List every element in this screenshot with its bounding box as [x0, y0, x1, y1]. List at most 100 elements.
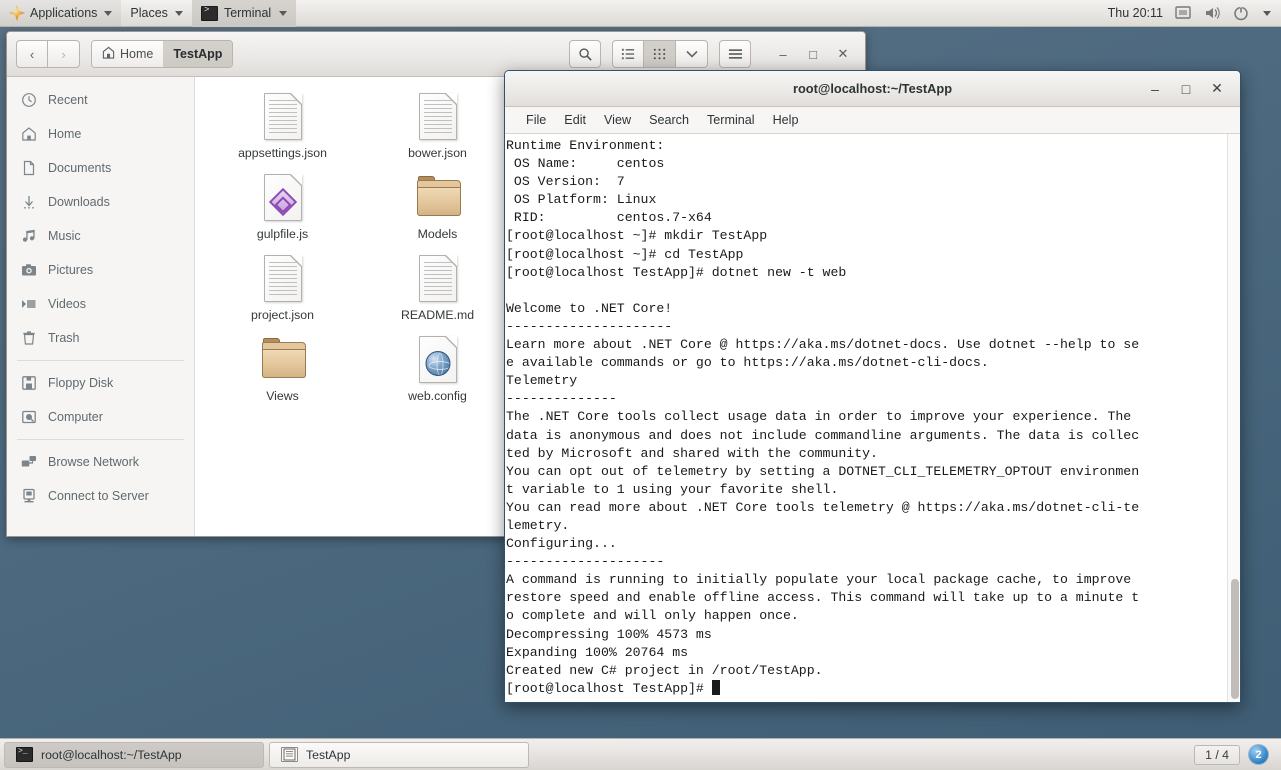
breadcrumb-item-testapp[interactable]: TestApp [163, 41, 233, 67]
sidebar-item-pictures[interactable]: Pictures [7, 253, 194, 287]
menu-file[interactable]: File [517, 107, 555, 133]
power-icon[interactable] [1232, 4, 1250, 22]
terminal-window-controls: – □ ✕ [1146, 80, 1240, 98]
terminal-scrollbar[interactable] [1227, 134, 1240, 702]
terminal-titlebar[interactable]: root@localhost:~/TestApp – □ ✕ [505, 71, 1240, 107]
sidebar-item-floppy-disk[interactable]: Floppy Disk [7, 366, 194, 400]
terminal-cursor [711, 679, 720, 695]
sidebar-item-documents[interactable]: Documents [7, 151, 194, 185]
menu-help[interactable]: Help [764, 107, 808, 133]
file-label: project.json [251, 308, 314, 322]
display-icon[interactable] [1174, 4, 1192, 22]
taskbar-item-terminal[interactable]: root@localhost:~/TestApp [4, 741, 264, 768]
sidebar-label: Downloads [48, 195, 110, 209]
applications-menu[interactable]: Applications [0, 0, 122, 26]
main-menu-button[interactable] [719, 40, 751, 68]
file-item-gulpfile-js[interactable]: gulpfile.js [205, 174, 360, 255]
sidebar-label: Recent [48, 93, 88, 107]
terminal-icon [200, 5, 218, 21]
menu-view[interactable]: View [595, 107, 640, 133]
taskbar-status-area: 1 / 4 2 [1194, 744, 1277, 765]
notification-badge[interactable]: 2 [1248, 744, 1269, 765]
active-window-label: Terminal [223, 6, 272, 20]
sidebar-item-downloads[interactable]: Downloads [7, 185, 194, 219]
list-view-button[interactable] [612, 40, 644, 68]
chevron-down-icon [104, 10, 113, 16]
breadcrumb-testapp-label: TestApp [173, 47, 223, 61]
file-label: bower.json [408, 146, 467, 160]
music-note-icon [20, 228, 37, 245]
view-options-dropdown[interactable] [676, 40, 708, 68]
forward-button[interactable]: › [48, 40, 80, 68]
workspace-switcher[interactable]: 1 / 4 [1194, 744, 1240, 765]
close-button[interactable]: ✕ [1208, 80, 1226, 98]
clock[interactable]: Thu 20:11 [1108, 6, 1163, 20]
places-menu[interactable]: Places [121, 0, 192, 26]
window-controls: – □ ✕ [770, 41, 856, 67]
file-item-models-folder[interactable]: Models [360, 174, 515, 255]
minimize-button[interactable]: – [770, 41, 796, 67]
sidebar-item-videos[interactable]: Videos [7, 287, 194, 321]
chevron-down-icon [174, 10, 183, 16]
file-item-views-folder[interactable]: Views [205, 336, 360, 417]
file-item-web-config[interactable]: web.config [360, 336, 515, 417]
search-button[interactable] [569, 40, 601, 68]
terminal-menubar: File Edit View Search Terminal Help [505, 107, 1240, 134]
sidebar-item-computer[interactable]: Computer [7, 400, 194, 434]
terminal-output-text: Runtime Environment: OS Name: centos OS … [506, 138, 1140, 678]
file-label: Models [417, 227, 458, 241]
sidebar-item-trash[interactable]: Trash [7, 321, 194, 355]
sidebar-label: Browse Network [48, 455, 139, 469]
menu-terminal[interactable]: Terminal [698, 107, 764, 133]
minimize-button[interactable]: – [1146, 80, 1164, 98]
sidebar-item-browse-network[interactable]: Browse Network [7, 445, 194, 479]
applications-menu-label: Applications [30, 6, 98, 20]
taskbar-label: root@localhost:~/TestApp [41, 747, 182, 762]
file-item-appsettings-json[interactable]: appsettings.json [205, 93, 360, 174]
menu-edit[interactable]: Edit [555, 107, 595, 133]
javascript-file-icon [262, 174, 304, 221]
active-window-menu[interactable]: Terminal [191, 0, 297, 27]
maximize-button[interactable]: □ [1177, 80, 1195, 98]
camera-icon [20, 262, 37, 279]
floppy-disk-icon [20, 375, 37, 392]
navigation-buttons: ‹ › [16, 40, 80, 68]
terminal-output[interactable]: Runtime Environment: OS Name: centos OS … [505, 134, 1227, 702]
file-item-bower-json[interactable]: bower.json [360, 93, 515, 174]
file-manager-icon [281, 747, 298, 762]
document-file-icon [417, 255, 459, 302]
grid-view-button[interactable] [644, 40, 676, 68]
panel-status-area: Thu 20:11 [1108, 4, 1281, 22]
sidebar-item-music[interactable]: Music [7, 219, 194, 253]
applications-icon [9, 5, 25, 21]
terminal-prompt: [root@localhost TestApp]# [506, 680, 712, 696]
volume-icon[interactable] [1203, 4, 1221, 22]
file-item-readme-md[interactable]: README.md [360, 255, 515, 336]
file-manager-toolbar: – □ ✕ [569, 40, 856, 68]
computer-icon [20, 409, 37, 426]
terminal-screen[interactable]: Runtime Environment: OS Name: centos OS … [505, 134, 1240, 702]
document-file-icon [262, 93, 304, 140]
file-item-project-json[interactable]: project.json [205, 255, 360, 336]
sidebar-item-home[interactable]: Home [7, 117, 194, 151]
scrollbar-thumb[interactable] [1231, 579, 1239, 699]
sidebar-label: Floppy Disk [48, 376, 114, 390]
video-icon [20, 296, 37, 313]
taskbar-item-testapp[interactable]: TestApp [269, 741, 529, 768]
trash-icon [20, 330, 37, 347]
sidebar-item-connect-to-server[interactable]: Connect to Server [7, 479, 194, 513]
close-button[interactable]: ✕ [830, 41, 856, 67]
breadcrumb-item-home[interactable]: Home [92, 41, 164, 67]
file-label: appsettings.json [238, 146, 327, 160]
back-button[interactable]: ‹ [16, 40, 48, 68]
file-label: Views [266, 389, 299, 403]
home-icon [20, 126, 37, 143]
maximize-button[interactable]: □ [800, 41, 826, 67]
chevron-down-icon[interactable] [1263, 10, 1271, 16]
chevron-down-icon [279, 10, 288, 16]
sidebar: Recent Home Documents Downloads Music Pi… [7, 77, 195, 536]
sidebar-item-recent[interactable]: Recent [7, 83, 194, 117]
terminal-window: root@localhost:~/TestApp – □ ✕ File Edit… [504, 70, 1241, 703]
menu-search[interactable]: Search [640, 107, 698, 133]
places-menu-label: Places [130, 6, 168, 20]
